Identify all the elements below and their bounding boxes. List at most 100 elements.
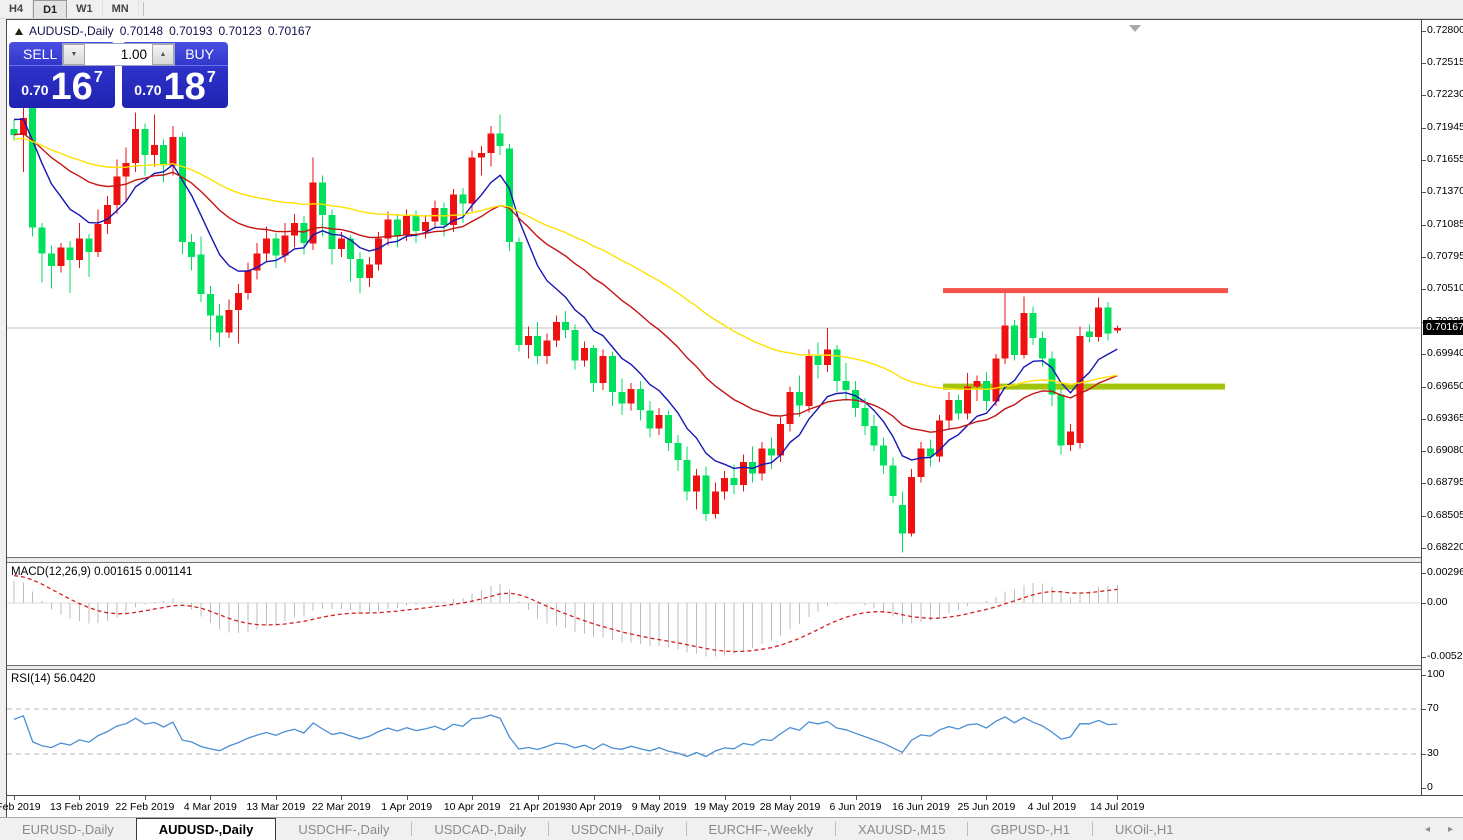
date-tick-mark: [472, 796, 473, 800]
axis-tick-mark: [1422, 354, 1426, 355]
rsi-label: RSI(14) 56.0420: [11, 673, 95, 685]
volume-increase-button[interactable]: ▲: [152, 44, 174, 65]
axis-tick-mark: [1422, 603, 1426, 604]
date-tick-label: 4 Feb 2019: [0, 801, 41, 813]
axis-tick-mark: [1422, 192, 1426, 193]
date-tick-label: 22 Mar 2019: [312, 801, 371, 813]
date-tick-label: 30 Apr 2019: [565, 801, 622, 813]
macd-axis-label: 0.00: [1427, 596, 1447, 608]
axis-tick-mark: [1422, 657, 1426, 658]
ohlc-open: 0.70148: [120, 24, 163, 38]
axis-tick-mark: [1422, 63, 1426, 64]
axis-tick-mark: [1422, 289, 1426, 290]
date-tick-mark: [1117, 796, 1118, 800]
price-tick-label: 0.69650: [1427, 380, 1463, 392]
tab-eurchf-weekly[interactable]: EURCHF-,Weekly: [687, 818, 836, 840]
macd-label: MACD(12,26,9) 0.001615 0.001141: [11, 566, 192, 578]
macd-indicator-pane[interactable]: MACD(12,26,9) 0.001615 0.001141: [7, 563, 1421, 665]
tab-usdchf-daily[interactable]: USDCHF-,Daily: [276, 818, 411, 840]
tab-audusd-daily[interactable]: AUDUSD-,Daily: [136, 818, 277, 840]
date-tick-label: 28 May 2019: [760, 801, 821, 813]
price-chart-pane[interactable]: AUDUSD-,Daily 0.70148 0.70193 0.70123 0.…: [7, 20, 1421, 557]
axis-tick-mark: [1422, 516, 1426, 517]
axis-tick-mark: [1422, 128, 1426, 129]
axis-tick-mark: [1422, 160, 1426, 161]
date-tick-mark: [856, 796, 857, 800]
axis-tick-mark: [1422, 573, 1426, 574]
axis-tick-mark: [1422, 387, 1426, 388]
ohlc-high: 0.70193: [169, 24, 212, 38]
date-tick-label: 9 May 2019: [632, 801, 687, 813]
date-tick-mark: [790, 796, 791, 800]
timeframe-button-d1[interactable]: D1: [33, 0, 67, 18]
one-click-trading-widget: SELL 0.70 16 7 BUY 0.70 18 7: [9, 42, 228, 108]
timeframe-button-mn[interactable]: MN: [103, 0, 139, 18]
price-tick-label: 0.72800: [1427, 24, 1463, 36]
date-tick-label: 25 Jun 2019: [957, 801, 1015, 813]
date-tick-label: 4 Mar 2019: [184, 801, 237, 813]
chart-shift-marker-icon[interactable]: [1129, 25, 1141, 32]
axis-tick-mark: [1422, 483, 1426, 484]
tab-scroll-left-icon[interactable]: ◂: [1425, 824, 1430, 835]
date-axis[interactable]: 4 Feb 201913 Feb 201922 Feb 20194 Mar 20…: [7, 795, 1463, 817]
tab-gbpusd-h1[interactable]: GBPUSD-,H1: [968, 818, 1091, 840]
price-tick-label: 0.71655: [1427, 153, 1463, 165]
date-tick-label: 13 Feb 2019: [50, 801, 109, 813]
date-tick-mark: [659, 796, 660, 800]
axis-tick-mark: [1422, 754, 1426, 755]
volume-input[interactable]: [85, 44, 152, 65]
date-tick-label: 10 Apr 2019: [444, 801, 501, 813]
tab-usdcnh-daily[interactable]: USDCNH-,Daily: [549, 818, 685, 840]
price-tick-label: 0.71370: [1427, 185, 1463, 197]
axis-tick-mark: [1422, 225, 1426, 226]
price-tick-label: 0.71085: [1427, 218, 1463, 230]
symbol-triangle-icon: [15, 28, 23, 35]
tab-usdcad-daily[interactable]: USDCAD-,Daily: [412, 818, 548, 840]
price-tick-label: 0.69940: [1427, 347, 1463, 359]
date-tick-mark: [725, 796, 726, 800]
tab-scroll-right-icon[interactable]: ▸: [1448, 824, 1453, 835]
macd-value-signal: 0.001141: [145, 566, 192, 578]
date-tick-mark: [14, 796, 15, 800]
sell-price: 0.70 16 7: [9, 66, 115, 105]
chart-tab-bar: EURUSD-,DailyAUDUSD-,DailyUSDCHF-,DailyU…: [0, 817, 1463, 840]
date-tick-label: 6 Jun 2019: [830, 801, 882, 813]
price-tick-label: 0.69365: [1427, 412, 1463, 424]
axis-tick-mark: [1422, 419, 1426, 420]
macd-axis-label: 0.002962: [1427, 566, 1463, 578]
tab-ukoil-h1[interactable]: UKOil-,H1: [1093, 818, 1196, 840]
chart-window: AUDUSD-,Daily 0.70148 0.70193 0.70123 0.…: [6, 19, 1463, 817]
price-tick-label: 0.68220: [1427, 541, 1463, 553]
date-tick-label: 21 Apr 2019: [509, 801, 566, 813]
rsi-indicator-pane[interactable]: RSI(14) 56.0420: [7, 670, 1421, 795]
rsi-axis-label: 30: [1427, 747, 1439, 759]
axis-tick-mark: [1422, 709, 1426, 710]
macd-axis-label: -0.005255: [1427, 650, 1463, 662]
date-tick-label: 13 Mar 2019: [246, 801, 305, 813]
price-tick-label: 0.71945: [1427, 121, 1463, 133]
axis-tick-mark: [1422, 95, 1426, 96]
date-tick-label: 22 Feb 2019: [115, 801, 174, 813]
toolbar-separator: [143, 2, 144, 16]
date-tick-label: 16 Jun 2019: [892, 801, 950, 813]
price-tick-label: 0.72515: [1427, 56, 1463, 68]
date-tick-label: 14 Jul 2019: [1090, 801, 1144, 813]
date-tick-mark: [538, 796, 539, 800]
date-tick-mark: [921, 796, 922, 800]
tab-xauusd-m15[interactable]: XAUUSD-,M15: [836, 818, 967, 840]
price-axis[interactable]: 0.72800 0.72515 0.72230 0.71945 0.71655 0.713…: [1421, 20, 1463, 795]
date-tick-mark: [986, 796, 987, 800]
macd-value-main: 0.001615: [94, 566, 142, 578]
axis-tick-mark: [1422, 31, 1426, 32]
tab-eurusd-daily[interactable]: EURUSD-,Daily: [0, 818, 136, 840]
rsi-value: 56.0420: [54, 673, 96, 685]
price-tick-label: 0.72230: [1427, 88, 1463, 100]
timeframe-button-h4[interactable]: H4: [0, 0, 33, 18]
date-tick-mark: [79, 796, 80, 800]
axis-tick-mark: [1422, 675, 1426, 676]
date-tick-label: 4 Jul 2019: [1028, 801, 1076, 813]
price-tick-label: 0.69080: [1427, 444, 1463, 456]
timeframe-button-w1[interactable]: W1: [67, 0, 103, 18]
volume-decrease-button[interactable]: ▼: [63, 44, 85, 65]
axis-tick-mark: [1422, 548, 1426, 549]
